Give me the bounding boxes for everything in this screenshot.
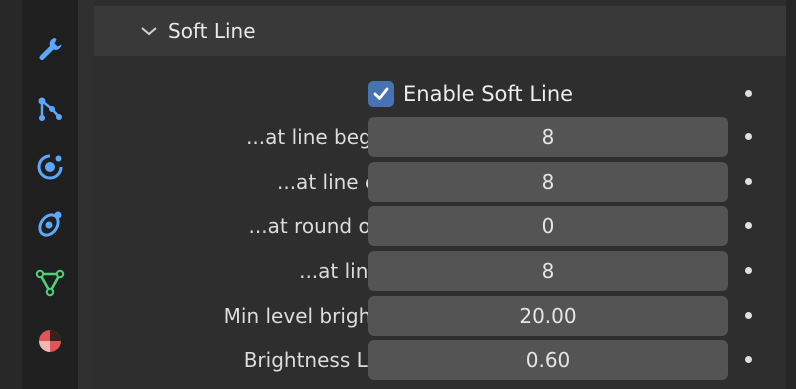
wrench-icon — [39, 38, 62, 60]
particles-icon — [38, 97, 62, 121]
field-row-brightness-linearity: Brightness Linearity 0.60 — [94, 340, 786, 380]
enable-soft-line-checkbox[interactable]: Enable Soft Line — [368, 74, 573, 114]
min-level-brightness-field[interactable]: 20.00 — [368, 296, 728, 336]
checkbox-label: Enable Soft Line — [403, 82, 574, 106]
tab-modifiers[interactable] — [28, 27, 72, 71]
chevron-down-icon[interactable] — [140, 24, 158, 38]
line-endings-field[interactable]: 8 — [368, 162, 728, 202]
animate-property-dot[interactable] — [745, 356, 752, 363]
field-row-min-level-brightness: Min level brightness... 20.00 — [94, 296, 786, 336]
panel-header[interactable]: Soft Line — [94, 6, 786, 56]
checkmark-icon — [373, 87, 389, 100]
panel-title: Soft Line — [168, 19, 256, 43]
editor-edge — [0, 0, 22, 389]
animate-property-dot[interactable] — [745, 90, 752, 97]
line-angle-field[interactable]: 8 — [368, 251, 728, 291]
checkbox-box[interactable] — [368, 81, 394, 107]
object-data-icon — [35, 269, 65, 297]
round-overlaps-field[interactable]: 0 — [368, 206, 728, 246]
tab-material[interactable] — [28, 319, 72, 363]
brightness-linearity-field[interactable]: 0.60 — [368, 340, 728, 380]
animate-property-dot[interactable] — [745, 312, 752, 319]
field-row-line-angle: ...at line Angle 8 — [94, 251, 786, 291]
scrollbar-track[interactable] — [786, 0, 796, 389]
constraints-icon — [38, 211, 62, 237]
tab-particles[interactable] — [28, 87, 72, 131]
properties-tab-bar — [22, 0, 78, 389]
animate-property-dot[interactable] — [745, 133, 752, 140]
animate-property-dot[interactable] — [745, 267, 752, 274]
field-row-round-overlaps: ...at round overlaps 0 — [94, 206, 786, 246]
line-beginnings-field[interactable]: 8 — [368, 117, 728, 157]
tab-constraints[interactable] — [28, 202, 72, 246]
field-row-line-endings: ...at line endings 8 — [94, 162, 786, 202]
material-icon — [39, 330, 61, 352]
tab-object-data[interactable] — [28, 260, 72, 304]
field-row-line-beginnings: ...at line beginnings 8 — [94, 117, 786, 157]
physics-icon — [37, 154, 63, 180]
animate-property-dot[interactable] — [745, 222, 752, 229]
animate-property-dot[interactable] — [745, 178, 752, 185]
tab-physics[interactable] — [28, 145, 72, 189]
